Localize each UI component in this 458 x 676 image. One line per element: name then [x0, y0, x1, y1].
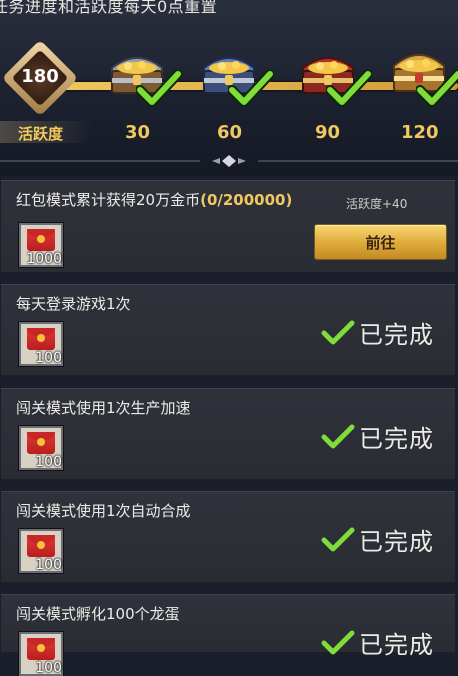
reset-note: 任务进度和活跃度每天0点重置 — [0, 0, 218, 16]
go-button[interactable]: 前往 — [314, 224, 447, 260]
red-envelope-icon — [27, 638, 55, 660]
activity-points-value: 180 — [21, 66, 59, 87]
completed-status: 已完成 — [321, 315, 434, 350]
check-icon — [321, 527, 355, 551]
reward-item[interactable]: 100 — [19, 322, 63, 366]
milestone-points-2: 60 — [217, 122, 243, 143]
task-progress: (0/200000) — [200, 191, 293, 209]
completed-status: 已完成 — [321, 625, 434, 660]
task-card-2: 每天登录游戏1次 100 已完成 — [1, 284, 455, 375]
reward-quantity: 100 — [35, 557, 62, 573]
task-title: 红包模式累计获得20万金币(0/200000) — [16, 189, 292, 210]
completed-label: 已完成 — [359, 321, 434, 349]
completed-status: 已完成 — [321, 419, 434, 454]
check-icon — [321, 320, 355, 344]
red-envelope-icon — [27, 229, 55, 251]
activity-header-panel: 任务进度和活跃度每天0点重置 180 活跃度 30 60 90 120 — [0, 0, 458, 176]
completed-label: 已完成 — [359, 631, 434, 659]
task-title: 闯关模式使用1次自动合成 — [16, 502, 191, 520]
activity-label: 活跃度 — [18, 125, 64, 143]
reward-quantity: 100 — [35, 350, 62, 366]
check-icon — [321, 424, 355, 448]
task-title: 闯关模式孵化100个龙蛋 — [16, 605, 180, 623]
task-card-5: 闯关模式孵化100个龙蛋 100 已完成 — [1, 594, 455, 676]
task-card-4: 闯关模式使用1次自动合成 100 已完成 — [1, 491, 455, 582]
task-card-3: 闯关模式使用1次生产加速 100 已完成 — [1, 388, 455, 479]
milestone-points-3: 90 — [315, 122, 341, 143]
reward-quantity: 100 — [35, 454, 62, 470]
reward-quantity: 1000 — [26, 251, 62, 267]
task-title-text: 红包模式累计获得20万金币 — [16, 191, 201, 209]
completed-status: 已完成 — [321, 522, 434, 557]
activity-bonus: 活跃度+40 — [346, 197, 408, 211]
task-card-1: 红包模式累计获得20万金币(0/200000) 活跃度+40 1000 前往 — [1, 180, 455, 272]
reward-quantity: 100 — [35, 660, 62, 676]
claimed-check-icon — [325, 69, 373, 110]
red-envelope-icon — [27, 328, 55, 350]
activity-label-tag: 活跃度 — [0, 121, 92, 143]
check-icon — [321, 630, 355, 654]
reward-item[interactable]: 1000 — [19, 223, 63, 267]
ornament-divider — [0, 155, 458, 167]
red-envelope-icon — [27, 535, 55, 557]
reward-item[interactable]: 100 — [19, 529, 63, 573]
task-title: 闯关模式使用1次生产加速 — [16, 399, 191, 417]
claimed-check-icon — [415, 69, 458, 110]
completed-label: 已完成 — [359, 528, 434, 556]
completed-label: 已完成 — [359, 425, 434, 453]
claimed-check-icon — [227, 69, 275, 110]
milestone-points-4: 120 — [401, 122, 439, 143]
claimed-check-icon — [135, 69, 183, 110]
reward-item[interactable]: 100 — [19, 632, 63, 676]
reward-item[interactable]: 100 — [19, 426, 63, 470]
red-envelope-icon — [27, 432, 55, 454]
milestone-points-1: 30 — [125, 122, 151, 143]
task-title: 每天登录游戏1次 — [16, 295, 131, 313]
